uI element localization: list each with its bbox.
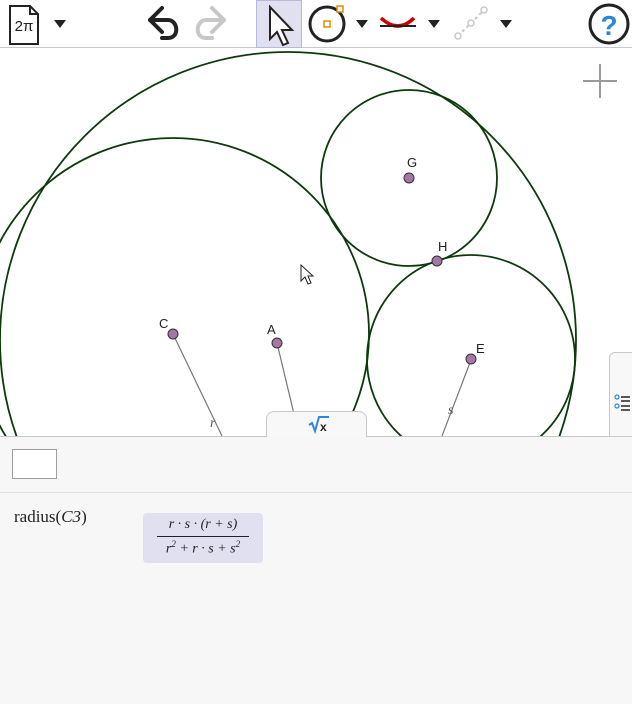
- segment-label-r: r: [210, 416, 216, 431]
- point-label-h: H: [438, 239, 447, 254]
- keyboard-tab[interactable]: x: [266, 411, 367, 437]
- result-denominator: r2 + r · s + s2: [165, 539, 241, 557]
- segment-label-s: s: [448, 403, 454, 418]
- command-argument: C3: [61, 507, 82, 526]
- mouse-cursor-icon: [300, 263, 315, 285]
- chevron-down-icon: [356, 20, 368, 28]
- svg-text:?: ?: [600, 10, 617, 41]
- segment-a[interactable]: [276, 342, 295, 415]
- cas-command[interactable]: radius(C3): [14, 507, 87, 527]
- chevron-down-icon: [500, 20, 512, 28]
- sqrt-x-icon: x: [308, 416, 329, 435]
- point-label-a: A: [267, 322, 276, 337]
- toolbar: 2π ?: [0, 0, 632, 48]
- undo-button[interactable]: [140, 0, 186, 48]
- help-icon: ?: [588, 3, 630, 45]
- circle-tool-button[interactable]: [304, 0, 374, 48]
- arc-tool-icon: [379, 16, 440, 28]
- cas-result[interactable]: r · s · (r + s) r2 + r · s + s2: [143, 513, 263, 563]
- file-menu-label: 2π: [15, 18, 34, 35]
- fraction-bar: [157, 536, 249, 537]
- circle-outer[interactable]: [0, 51, 577, 436]
- circle-c[interactable]: [0, 137, 370, 436]
- circle-tool-icon: [308, 5, 368, 43]
- dashed-line-icon: [454, 6, 512, 40]
- point-e[interactable]: [465, 353, 477, 365]
- plus-icon[interactable]: [583, 64, 617, 98]
- chevron-down-icon: [428, 20, 440, 28]
- input-row: [0, 437, 632, 493]
- chevron-down-icon: [54, 20, 66, 28]
- line-tool-button[interactable]: [448, 0, 522, 48]
- cas-input-field[interactable]: [12, 449, 57, 479]
- result-numerator: r · s · (r + s): [168, 517, 238, 532]
- svg-text:x: x: [320, 420, 327, 434]
- point-a[interactable]: [271, 337, 283, 349]
- point-label-e: E: [476, 341, 485, 356]
- help-button[interactable]: ?: [586, 0, 632, 48]
- cursor-arrow-icon: [269, 4, 295, 47]
- move-tool-button[interactable]: [256, 0, 302, 48]
- circle-e[interactable]: [366, 254, 576, 436]
- segment-s[interactable]: [441, 359, 472, 436]
- redo-button[interactable]: [188, 0, 234, 48]
- command-function: radius: [14, 507, 56, 526]
- point-label-c: C: [159, 316, 168, 331]
- point-label-g: G: [407, 155, 417, 170]
- point-c[interactable]: [167, 328, 179, 340]
- point-h[interactable]: [431, 255, 443, 267]
- point-g[interactable]: [403, 172, 415, 184]
- file-menu-button[interactable]: 2π: [2, 0, 72, 48]
- graphics-view[interactable]: r s G H C A E: [0, 48, 632, 436]
- undo-icon: [148, 6, 179, 40]
- cas-panel: radius(C3) r · s · (r + s) r2 + r · s + …: [0, 436, 632, 704]
- redo-icon: [195, 6, 226, 40]
- arc-tool-button[interactable]: [376, 0, 446, 48]
